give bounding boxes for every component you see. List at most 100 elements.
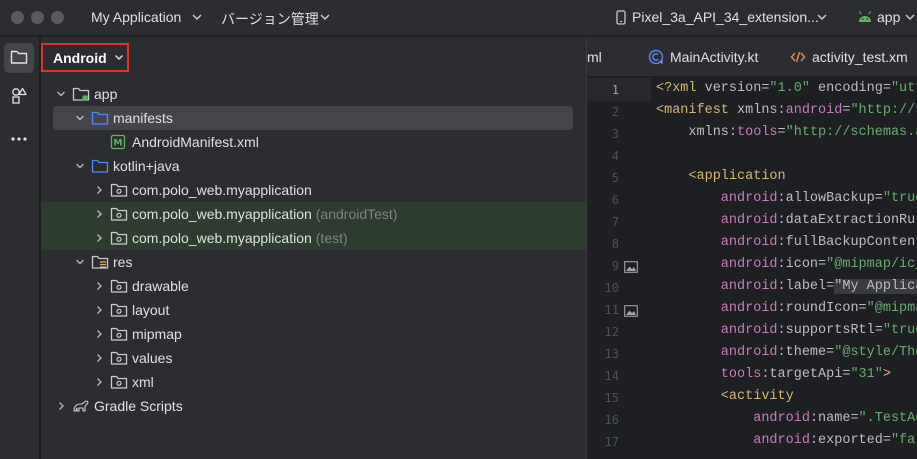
line-number: 1 [611, 83, 619, 97]
line-number: 12 [604, 325, 619, 339]
folder-icon [91, 110, 109, 126]
line-number: 10 [604, 281, 619, 295]
tree-item[interactable]: Gradle Scripts [53, 394, 586, 418]
code-line: android:theme="@style/The [656, 345, 917, 360]
code-line: android:exported="fal [656, 433, 917, 448]
minimize-window-button[interactable] [31, 11, 44, 24]
line-number: 4 [611, 149, 619, 163]
chevron-down-icon [903, 10, 917, 24]
tree-item[interactable]: com.polo_web.myapplication [53, 178, 586, 202]
folder-icon [91, 158, 109, 174]
tree-item-label: layout [132, 302, 170, 318]
tree-item-label: xml [132, 374, 154, 390]
code-line: <activity [656, 389, 794, 404]
close-window-button[interactable] [11, 11, 24, 24]
code-line: <manifest xmlns:android="http://s [656, 103, 917, 118]
line-number: 11 [604, 303, 619, 317]
project-panel: Android app manifests M AndroidManifest.xml… [41, 37, 586, 459]
arrow-spacer [91, 134, 107, 150]
editor-tabs: ml MainActivity.kt activity_test.xm [587, 37, 917, 77]
tree-item[interactable]: mipmap [53, 322, 586, 346]
line-number: 7 [611, 215, 619, 229]
device-selector[interactable]: Pixel_3a_API_34_extension... [632, 9, 819, 25]
line-number: 2 [611, 105, 619, 119]
tree-item[interactable]: com.polo_web.myapplication (test) [41, 226, 586, 250]
tree-item-label: Gradle Scripts [94, 398, 183, 414]
chevron-down-icon [815, 10, 829, 24]
tree-item[interactable]: kotlin+java [53, 154, 586, 178]
run-config-selector[interactable]: app [877, 9, 900, 25]
tree-item-label: app [94, 86, 118, 102]
image-preview-icon[interactable] [624, 305, 638, 317]
expand-arrow-icon[interactable] [53, 86, 69, 102]
code-line: android:fullBackupContent [656, 235, 917, 250]
module-folder-icon [72, 86, 90, 102]
collapse-arrow-icon[interactable] [91, 206, 107, 222]
chevron-down-icon [318, 10, 332, 24]
collapse-arrow-icon[interactable] [91, 278, 107, 294]
svg-text:M: M [114, 139, 123, 149]
collapse-arrow-icon[interactable] [91, 374, 107, 390]
collapse-arrow-icon[interactable] [53, 398, 69, 414]
line-number: 15 [604, 391, 619, 405]
code-line: android:label="My Applica [656, 279, 917, 294]
tree-item[interactable]: layout [53, 298, 586, 322]
tree-item-label: values [132, 350, 173, 366]
package-icon [110, 350, 128, 366]
code-line: android:name=".TestAc [656, 411, 917, 426]
expand-arrow-icon[interactable] [72, 158, 88, 174]
tab-xml-partial[interactable]: ml [587, 49, 602, 65]
image-preview-icon[interactable] [624, 261, 638, 273]
tree-item-label: com.polo_web.myapplication [132, 182, 312, 198]
package-icon [110, 206, 128, 222]
more-tools-button[interactable] [4, 122, 34, 152]
zoom-window-button[interactable] [51, 11, 64, 24]
chevron-down-icon [190, 10, 204, 24]
package-icon [110, 302, 128, 318]
expand-arrow-icon[interactable] [72, 110, 88, 126]
tab-label: MainActivity.kt [670, 49, 759, 65]
tab-activity-test-xml[interactable]: activity_test.xm [790, 49, 908, 65]
expand-arrow-icon[interactable] [72, 254, 88, 270]
resource-folder-icon [91, 254, 109, 270]
collapse-arrow-icon[interactable] [91, 302, 107, 318]
shapes-icon [10, 87, 28, 108]
tree-item-suffix: (test) [315, 230, 348, 246]
resource-manager-button[interactable] [4, 82, 34, 112]
package-icon [110, 374, 128, 390]
tree-item[interactable]: com.polo_web.myapplication (androidTest) [41, 202, 586, 226]
code-line: android:supportsRtl="true [656, 323, 917, 338]
tree-item[interactable]: values [53, 346, 586, 370]
line-number: 9 [611, 259, 619, 273]
tree-item[interactable]: drawable [53, 274, 586, 298]
collapse-arrow-icon[interactable] [91, 350, 107, 366]
code-line: android:allowBackup="true [656, 191, 917, 206]
tree-item[interactable]: res [53, 250, 586, 274]
project-name[interactable]: My Application [91, 9, 181, 25]
package-icon [110, 230, 128, 246]
tree-item[interactable]: M AndroidManifest.xml [53, 130, 586, 154]
tree-item[interactable]: manifests [53, 106, 573, 130]
tree-item-suffix: (androidTest) [315, 206, 398, 222]
package-icon [110, 326, 128, 342]
xml-file-icon [790, 49, 808, 65]
code-line: android:roundIcon="@mipma [656, 301, 917, 316]
project-tool-button[interactable] [4, 43, 34, 73]
device-icon [614, 10, 628, 25]
collapse-arrow-icon[interactable] [91, 326, 107, 342]
tree-item[interactable]: app [53, 82, 586, 106]
tab-main-activity[interactable]: MainActivity.kt [648, 49, 758, 65]
collapse-arrow-icon[interactable] [91, 230, 107, 246]
collapse-arrow-icon[interactable] [91, 182, 107, 198]
android-icon [857, 10, 872, 24]
code-line: tools:targetApi="31"> [656, 367, 891, 382]
project-view-selector[interactable]: Android [41, 43, 129, 72]
line-number: 6 [611, 193, 619, 207]
tree-item-label: kotlin+java [113, 158, 180, 174]
tree-item[interactable]: xml [53, 370, 586, 394]
package-icon [110, 182, 128, 198]
code-line: android:dataExtractionRul [656, 213, 917, 228]
vcs-menu[interactable]: バージョン管理 [221, 9, 319, 29]
line-number: 17 [604, 435, 619, 449]
tab-label: ml [587, 49, 602, 65]
